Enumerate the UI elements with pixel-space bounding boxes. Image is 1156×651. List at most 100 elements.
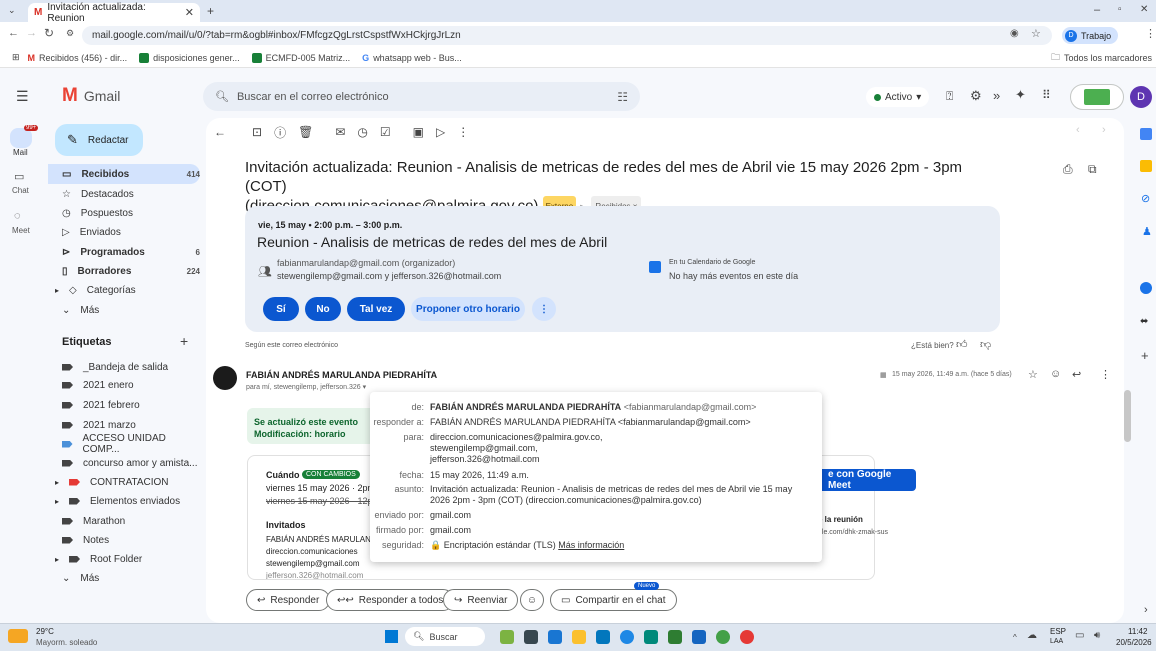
mail-rail-icon[interactable] <box>10 128 32 148</box>
label-concurso[interactable]: concurso amor y amista... <box>62 453 200 473</box>
label-contratacion[interactable]: ▸ CONTRATACION <box>55 472 193 492</box>
taskbar-search[interactable]: 🔍︎ Buscar <box>405 627 485 646</box>
all-bookmarks[interactable]: 🗀 Todos los marcadores <box>1051 50 1152 66</box>
more-info-link[interactable]: Más información <box>558 540 624 550</box>
gmail-logo[interactable]: M Gmail <box>62 85 120 107</box>
message-more-icon[interactable]: ⋮ <box>1100 368 1111 381</box>
task-view-icon[interactable] <box>524 630 538 644</box>
apps-icon[interactable]: ⊞ <box>12 52 20 63</box>
help-icon[interactable]: ⍰ <box>946 89 953 104</box>
browser-tab[interactable]: M Invitación actualizada: Reunion ✕ <box>28 2 200 24</box>
chat-icon[interactable]: ▭ <box>14 170 24 183</box>
meet-link[interactable]: gle.com/dhk-zmak-sus <box>818 529 888 536</box>
rsvp-yes-button[interactable]: Sí <box>263 297 299 321</box>
label-2021-febrero[interactable]: 2021 febrero <box>62 395 200 415</box>
rsvp-more-icon[interactable]: ⋮ <box>532 297 556 321</box>
reply-button[interactable]: ↩ Responder <box>246 589 331 611</box>
label-bandeja-salida[interactable]: _Bandeja de salida <box>62 357 200 377</box>
get-addons-icon[interactable]: + <box>1141 348 1149 363</box>
status-selector[interactable]: Activo ▾ <box>866 87 930 107</box>
sender-recipients[interactable]: para mí, stewengilemp, jefferson.326 ▾ <box>246 383 366 391</box>
nav-programados[interactable]: ⊳ Programados 6 <box>62 242 200 262</box>
keep-app-icon[interactable] <box>1140 160 1152 172</box>
label-elementos-enviados[interactable]: ▸ Elementos enviados <box>55 491 193 511</box>
app-icon[interactable] <box>716 630 730 644</box>
mark-unread-icon[interactable]: ✉ <box>335 125 345 139</box>
addon-app-icon[interactable] <box>1140 282 1152 294</box>
star-message-icon[interactable]: ☆ <box>1028 368 1038 381</box>
next-message-icon[interactable]: › <box>1102 124 1106 136</box>
excel-icon[interactable] <box>668 630 682 644</box>
outlook-icon[interactable] <box>596 630 610 644</box>
sender-avatar[interactable] <box>213 366 237 390</box>
reply-icon[interactable]: ↩ <box>1072 368 1081 381</box>
thumbs-down-icon[interactable]: 👎︎ <box>980 338 991 351</box>
move-to-icon[interactable]: ▣ <box>413 125 424 139</box>
forward-button[interactable]: ↪ Reenviar <box>443 589 519 611</box>
bookmark-disposiciones[interactable]: disposiciones gener... <box>139 52 240 63</box>
add-label-icon[interactable]: + <box>180 333 188 349</box>
chrome-profile-icon[interactable] <box>740 630 754 644</box>
profile-button[interactable]: D Trabajo <box>1062 27 1119 44</box>
join-meet-button[interactable]: e con Google Meet <box>818 469 916 491</box>
account-avatar[interactable]: D <box>1130 86 1152 108</box>
snooze-icon[interactable]: ◷ <box>357 125 367 139</box>
chrome-icon[interactable] <box>620 630 634 644</box>
search-icon[interactable]: 🔍︎ <box>215 90 229 103</box>
close-window-icon[interactable]: ✕ <box>1140 4 1148 15</box>
report-spam-icon[interactable]: ⓘ <box>274 124 286 141</box>
share-chat-button[interactable]: ▭ Compartir en el chat <box>550 589 677 611</box>
expand-panel-icon[interactable]: › <box>1144 604 1148 616</box>
tab-search-icon[interactable]: ⌄ <box>8 5 16 16</box>
archive-icon[interactable]: ⊡ <box>252 125 262 139</box>
volume-icon[interactable]: 🔊︎ <box>1094 630 1100 641</box>
emoji-react-icon[interactable]: ☺ <box>1050 368 1061 380</box>
search-input[interactable]: 🔍︎ Buscar en el correo electrónico ☷ <box>203 82 640 111</box>
bookmark-ecmfd[interactable]: ECMFD-005 Matriz... <box>251 52 350 63</box>
propose-time-button[interactable]: Proponer otro horario <box>411 297 525 321</box>
compose-button[interactable]: ✎ Redactar <box>55 124 143 156</box>
edge-icon[interactable] <box>548 630 562 644</box>
url-field[interactable]: mail.google.com/mail/u/0/?tab=rm&ogbl#in… <box>82 26 1052 45</box>
bookmark-star-icon[interactable]: ☆ <box>1031 27 1041 40</box>
meet-icon[interactable]: ◌ <box>14 210 21 222</box>
bookmark-whatsapp[interactable]: Gwhatsapp web - Bus... <box>362 53 462 63</box>
sparkle-icon[interactable]: ✦ <box>1015 87 1026 103</box>
more-options-icon[interactable]: ⋮ <box>457 125 469 139</box>
maximize-icon[interactable]: ▫ <box>1118 4 1122 15</box>
delete-icon[interactable]: 🗑︎ <box>298 125 313 139</box>
label-marathon[interactable]: Marathon <box>62 511 200 531</box>
nav-recibidos[interactable]: ▭ Recibidos 414 <box>48 164 200 184</box>
word-icon[interactable] <box>692 630 706 644</box>
install-icon[interactable]: ◉ <box>1010 28 1019 39</box>
reload-icon[interactable]: ↻ <box>44 26 54 40</box>
label-icon[interactable]: ▷ <box>436 125 445 139</box>
gemini-icon[interactable]: » <box>993 88 1000 103</box>
forward-icon[interactable]: → <box>26 27 37 39</box>
store-icon[interactable] <box>644 630 658 644</box>
print-icon[interactable]: ⎙ <box>1063 162 1073 177</box>
back-icon[interactable]: ← <box>8 27 19 39</box>
onedrive-icon[interactable]: ☁ <box>1027 630 1037 641</box>
prev-message-icon[interactable]: ‹ <box>1076 124 1080 136</box>
tray-expand-icon[interactable]: ^ <box>1013 633 1017 642</box>
google-apps-icon[interactable]: ⠿ <box>1042 88 1051 102</box>
nav-enviados[interactable]: ▷ Enviados <box>62 222 200 242</box>
calendar-app-icon[interactable] <box>1140 128 1152 140</box>
nav-borradores[interactable]: ▯ Borradores 224 <box>62 261 200 281</box>
message-scrollbar[interactable] <box>1124 390 1131 442</box>
main-menu-icon[interactable]: ☰ <box>16 88 29 105</box>
browser-menu-icon[interactable]: ⋮ <box>1145 27 1156 40</box>
file-explorer-icon[interactable] <box>572 630 586 644</box>
label-root-folder[interactable]: ▸ Root Folder <box>55 549 193 569</box>
nav-pospuestos[interactable]: ◷ Pospuestos <box>62 203 200 223</box>
back-to-inbox-icon[interactable]: ← <box>214 125 226 139</box>
search-options-icon[interactable]: ☷ <box>617 90 628 104</box>
close-tab-icon[interactable]: ✕ <box>185 6 194 19</box>
addon-link-icon[interactable]: ⬌ <box>1140 316 1148 327</box>
labels-mas[interactable]: ⌄ Más <box>62 568 200 588</box>
minimize-icon[interactable]: – <box>1094 4 1100 16</box>
nav-destacados[interactable]: ☆ Destacados <box>62 184 200 204</box>
weather-icon[interactable] <box>8 629 28 643</box>
label-2021-enero[interactable]: 2021 enero <box>62 375 200 395</box>
